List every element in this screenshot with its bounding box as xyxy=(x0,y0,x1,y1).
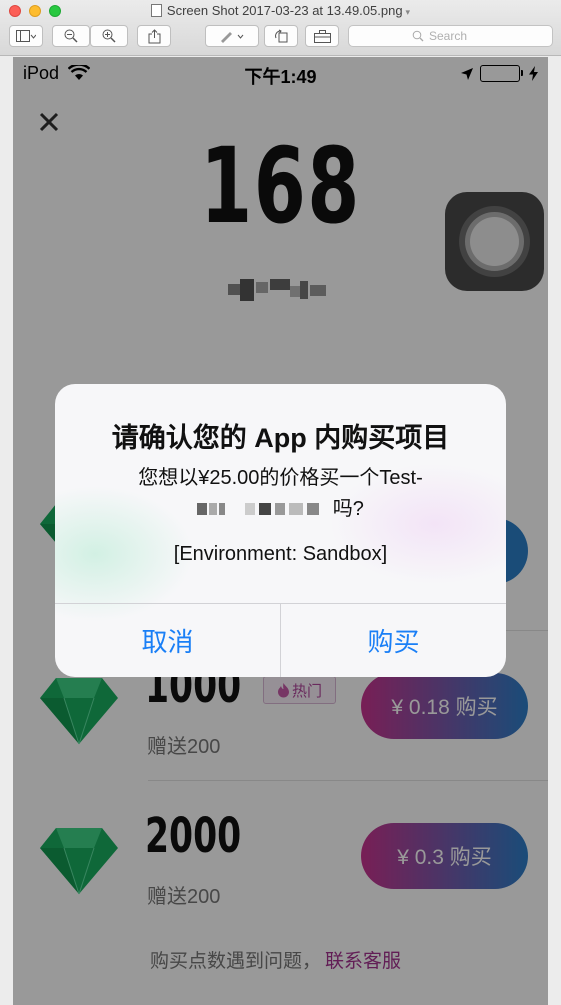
chevron-down-icon: ▾ xyxy=(405,7,411,17)
window-titlebar: Screen Shot 2017-03-23 at 13.49.05.png ▾ xyxy=(0,0,561,56)
sidebar-icon xyxy=(16,29,36,42)
alert-message: 您想以¥25.00的价格买一个Test- 吗? xyxy=(55,463,506,525)
rotate-button[interactable] xyxy=(264,25,298,47)
alert-title: 请确认您的 App 内购买项目 xyxy=(111,423,450,453)
share-icon xyxy=(148,28,160,43)
zoom-in-button[interactable] xyxy=(90,25,128,47)
search-icon xyxy=(412,30,424,42)
alert-message-line2: 吗? xyxy=(55,494,506,525)
zoom-in-icon xyxy=(102,29,116,43)
confirm-purchase-button[interactable]: 购买 xyxy=(281,604,506,677)
share-button[interactable] xyxy=(137,25,171,47)
alert-message-line1: 您想以¥25.00的价格买一个Test- xyxy=(138,467,423,489)
document-icon xyxy=(150,4,162,17)
search-field[interactable] xyxy=(348,25,553,47)
sidebar-toggle-button[interactable] xyxy=(9,25,43,47)
toolbox-icon xyxy=(313,29,331,43)
zoom-out-icon xyxy=(64,29,78,43)
rotate-icon xyxy=(274,29,287,42)
alert-environment: [Environment: Sandbox] xyxy=(173,543,388,565)
cancel-button[interactable]: 取消 xyxy=(55,604,280,677)
window-title[interactable]: Screen Shot 2017-03-23 at 13.49.05.png ▾ xyxy=(0,3,561,18)
pixelated-product-name xyxy=(197,500,327,518)
zoom-out-button[interactable] xyxy=(52,25,90,47)
phone-screen: iPod 下午1:49 168 1000 赠送200 热门 ¥ 0.18 购买 … xyxy=(13,57,548,1005)
purchase-confirm-alert: 请确认您的 App 内购买项目 您想以¥25.00的价格买一个Test- 吗? … xyxy=(55,384,506,677)
alert-message-tail: 吗? xyxy=(332,498,364,520)
toolbox-button[interactable] xyxy=(305,25,339,47)
pen-icon xyxy=(221,31,244,43)
window-title-text: Screen Shot 2017-03-23 at 13.49.05.png xyxy=(166,3,403,18)
search-input[interactable] xyxy=(429,29,489,43)
markup-button[interactable] xyxy=(205,25,259,47)
